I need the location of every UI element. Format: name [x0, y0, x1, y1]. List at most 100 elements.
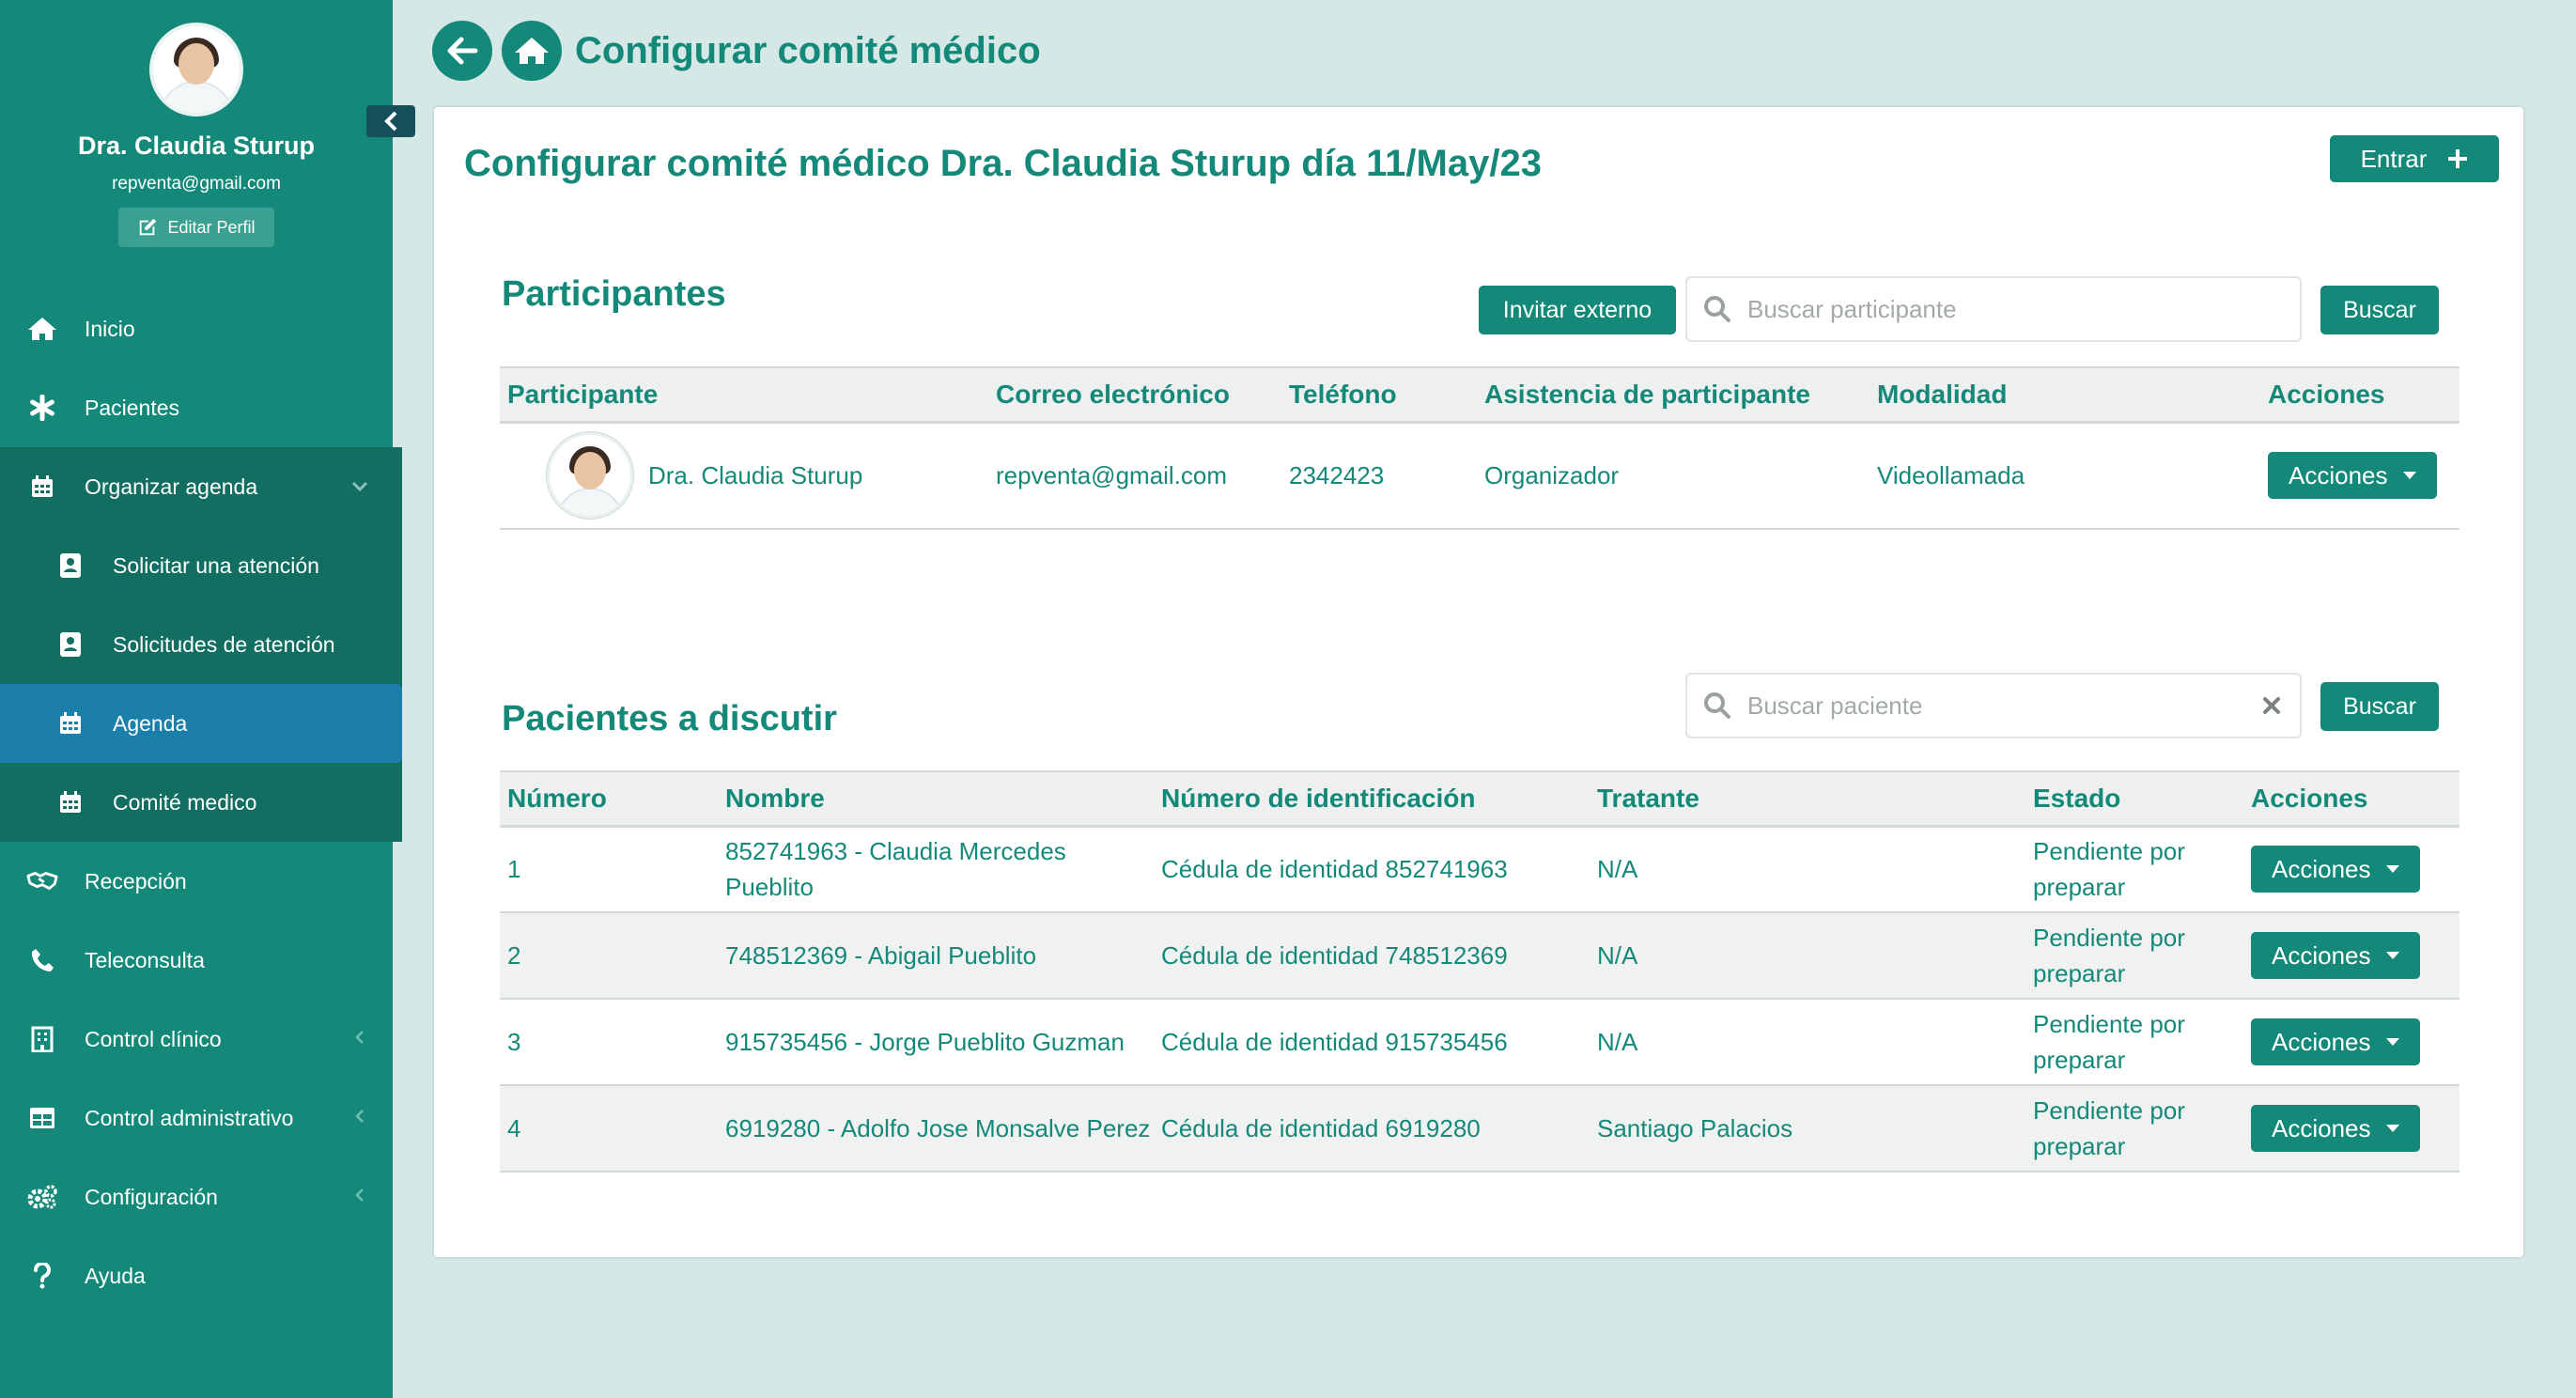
profile-email: repventa@gmail.com: [112, 174, 281, 194]
patients-title: Pacientes a discutir: [502, 699, 837, 738]
sidebar-item-organizar-agenda[interactable]: Organizar agenda: [0, 447, 402, 526]
sidebar-item-solicitar-atencion[interactable]: Solicitar una atención: [0, 526, 402, 605]
sidebar-item-comite-medico[interactable]: Comité medico: [0, 763, 402, 842]
sidebar-item-control-clinico[interactable]: Control clínico: [0, 1000, 393, 1079]
sidebar-item-label: Organizar agenda: [85, 474, 258, 499]
column-header: Número de identificación: [1154, 770, 1590, 828]
handshake-icon: [26, 865, 58, 897]
page-title: Configurar comité médico: [575, 29, 1041, 71]
chevron-left-icon: [355, 1187, 365, 1208]
home-button[interactable]: [502, 21, 562, 81]
table-header-row: Participante Correo electrónico Teléfono…: [500, 366, 2460, 424]
app-root: Dra. Claudia Sturup repventa@gmail.com E…: [0, 0, 2576, 1398]
patient-doctor: N/A: [1590, 912, 2025, 1000]
calendar-icon: [54, 707, 86, 739]
patient-status: Pendiente por preparar: [2025, 912, 2243, 1000]
sidebar-nav: Inicio Pacientes Organizar agenda Solici…: [0, 289, 402, 1315]
column-header: Teléfono: [1281, 366, 1477, 424]
chevron-left-icon: [355, 1029, 365, 1050]
edit-icon: [140, 218, 157, 236]
participant-search-button[interactable]: Buscar: [2320, 286, 2439, 334]
patient-search-field[interactable]: [1685, 673, 2302, 738]
actions-label: Acciones: [2272, 855, 2371, 884]
participant-search-field[interactable]: [1685, 276, 2302, 342]
sidebar-item-teleconsulta[interactable]: Teleconsulta: [0, 921, 393, 1000]
patient-search-input[interactable]: [1747, 691, 2243, 721]
column-header: Modalidad: [1870, 366, 2260, 424]
participant-attendance: Organizador: [1477, 422, 1870, 530]
sidebar-item-label: Agenda: [113, 710, 188, 736]
chevron-left-icon: [384, 111, 397, 132]
caret-down-icon: [2402, 472, 2416, 480]
participant-search-input[interactable]: [1747, 294, 2300, 324]
sidebar-item-solicitudes-atencion[interactable]: Solicitudes de atención: [0, 605, 402, 684]
patient-name: 915735456 - Jorge Pueblito Guzman: [718, 999, 1154, 1086]
sidebar-item-label: Ayuda: [85, 1263, 146, 1288]
sidebar-item-ayuda[interactable]: Ayuda: [0, 1236, 393, 1315]
participants-title: Participantes: [502, 274, 726, 314]
actions-dropdown-button[interactable]: Acciones: [2251, 1018, 2420, 1065]
patient-search-button[interactable]: Buscar: [2320, 682, 2439, 731]
table-row: 4 6919280 - Adolfo Jose Monsalve Perez C…: [500, 1085, 2460, 1173]
participant-name: Dra. Claudia Sturup: [648, 461, 863, 490]
patient-number: 4: [500, 1085, 718, 1173]
column-header: Nombre: [718, 770, 1154, 828]
patient-status: Pendiente por preparar: [2025, 999, 2243, 1086]
actions-dropdown-button[interactable]: Acciones: [2251, 1105, 2420, 1152]
caret-down-icon: [2385, 865, 2399, 874]
actions-dropdown-button[interactable]: Acciones: [2251, 932, 2420, 979]
actions-cell: Acciones: [2243, 826, 2460, 913]
sidebar-collapse-button[interactable]: [366, 105, 415, 137]
actions-dropdown-button[interactable]: Acciones: [2251, 846, 2420, 893]
actions-dropdown-button[interactable]: Acciones: [2268, 452, 2437, 500]
participant-email: repventa@gmail.com: [988, 422, 1281, 530]
contact-card-icon: [54, 550, 86, 582]
table-row: 2 748512369 - Abigail Pueblito Cédula de…: [500, 912, 2460, 1000]
sidebar-item-pacientes[interactable]: Pacientes: [0, 368, 393, 447]
patient-doctor: Santiago Palacios: [1590, 1085, 2025, 1173]
patient-name: 6919280 - Adolfo Jose Monsalve Perez: [718, 1085, 1154, 1173]
search-icon: [1687, 691, 1747, 720]
patient-id: Cédula de identidad 852741963: [1154, 826, 1590, 913]
arrow-left-icon: [447, 37, 478, 65]
participant-phone: 2342423: [1281, 422, 1477, 530]
patient-id: Cédula de identidad 915735456: [1154, 999, 1590, 1086]
enter-label: Entrar: [2360, 144, 2428, 173]
table-row: 1 852741963 - Claudia Mercedes Pueblito …: [500, 826, 2460, 913]
participants-table: Participante Correo electrónico Teléfono…: [500, 366, 2460, 530]
clear-icon[interactable]: [2243, 696, 2300, 715]
patient-number: 1: [500, 826, 718, 913]
column-header: Asistencia de participante: [1477, 366, 1870, 424]
home-icon: [26, 313, 58, 345]
sidebar-item-label: Recepción: [85, 868, 187, 893]
actions-cell: Acciones: [2243, 1085, 2460, 1173]
main-card: Configurar comité médico Dra. Claudia St…: [432, 105, 2525, 1259]
caret-down-icon: [2385, 1125, 2399, 1132]
column-header: Acciones: [2243, 770, 2460, 828]
enter-button[interactable]: Entrar: [2330, 135, 2499, 182]
home-icon: [515, 38, 549, 64]
participant-cell: Dra. Claudia Sturup: [500, 422, 988, 530]
sidebar-item-configuracion[interactable]: Configuración: [0, 1157, 393, 1236]
table-header-row: Número Nombre Número de identificación T…: [500, 770, 2460, 828]
sidebar: Dra. Claudia Sturup repventa@gmail.com E…: [0, 0, 402, 1398]
sidebar-item-control-administrativo[interactable]: Control administrativo: [0, 1079, 393, 1157]
caret-down-icon: [2385, 952, 2399, 959]
patient-number: 2: [500, 912, 718, 1000]
calendar-icon: [26, 471, 58, 503]
column-header: Tratante: [1590, 770, 2025, 828]
gears-icon: [26, 1181, 58, 1213]
table-icon: [26, 1102, 58, 1134]
sidebar-item-inicio[interactable]: Inicio: [0, 289, 393, 368]
back-button[interactable]: [432, 21, 492, 81]
contact-card-icon: [54, 629, 86, 660]
edit-profile-button[interactable]: Editar Perfil: [118, 208, 274, 247]
invite-external-button[interactable]: Invitar externo: [1479, 286, 1676, 334]
phone-icon: [26, 944, 58, 976]
sidebar-item-label: Comité medico: [113, 789, 257, 815]
sidebar-item-recepcion[interactable]: Recepción: [0, 842, 393, 921]
sidebar-item-label: Solicitudes de atención: [113, 631, 335, 657]
table-row: Dra. Claudia Sturup repventa@gmail.com 2…: [500, 422, 2460, 530]
sidebar-item-agenda[interactable]: Agenda: [0, 684, 402, 763]
profile-name: Dra. Claudia Sturup: [77, 132, 316, 160]
